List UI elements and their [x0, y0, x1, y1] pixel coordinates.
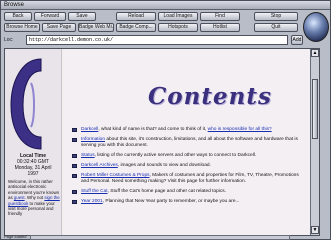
status-text: Page loaded — [4, 234, 27, 239]
welcome-text: Welcome, in this rather antisocial elect… — [8, 179, 60, 217]
bullet-icon — [72, 164, 77, 168]
badge-comp-button[interactable]: Badge Comp... — [116, 23, 156, 32]
window-title: Browse — [4, 2, 25, 8]
page-title: Contents — [148, 83, 272, 110]
bullet-icon — [72, 200, 77, 204]
contents-list: Darkcell, what kind of name is that? and… — [72, 127, 306, 209]
sidebar-frame: Local Time 00:32:40 GMT Monday, 31 April… — [5, 49, 62, 235]
scroll-up-icon[interactable]: ▲ — [311, 49, 319, 57]
stop-button[interactable]: Stop — [254, 12, 298, 21]
list-item: Year 2001, Planning that New Year party … — [72, 199, 306, 205]
item-text: , images and sounds to view and download… — [117, 163, 211, 168]
quit-button[interactable]: Quit — [254, 23, 298, 32]
welcome-mid: . Why not — [24, 195, 45, 201]
local-time-panel: Local Time 00:32:40 GMT Monday, 31 April… — [5, 153, 61, 177]
add-hotlist-button[interactable]: Add — [291, 35, 303, 45]
browser-window: Browse Back Forward Save Reload Load Ima… — [0, 0, 331, 240]
year-2001-link[interactable]: Year 2001 — [81, 199, 103, 204]
list-item: Darkcell Archives, images and sounds to … — [72, 163, 306, 169]
darkcell-link[interactable]: Darkcell — [81, 127, 98, 132]
costumes-link[interactable]: Robert Miller Costumes & Props — [81, 173, 150, 178]
information-link[interactable]: Information — [81, 137, 105, 142]
archives-link[interactable]: Darkcell Archives — [81, 163, 118, 168]
title-bar[interactable]: Browse — [1, 1, 330, 10]
reload-button[interactable]: Reload — [116, 12, 156, 21]
location-bar: Loc: http://darkcell.demon.co.uk/ Add — [4, 35, 303, 45]
list-item: Information about this site, it's constr… — [72, 137, 306, 149]
horizontal-scrollbar[interactable] — [30, 235, 290, 240]
url-input[interactable]: http://darkcell.demon.co.uk/ — [26, 35, 288, 45]
globe-logo-icon — [303, 12, 329, 42]
stuff-the-cat-link[interactable]: Stuff the Cat — [81, 189, 108, 194]
location-label: Loc: — [4, 37, 14, 43]
save-button[interactable]: Save — [68, 12, 96, 21]
page-content: Local Time 00:32:40 GMT Monday, 31 April… — [4, 48, 320, 236]
list-item: Status, listing of the currently active … — [72, 153, 306, 159]
back-button[interactable]: Back — [4, 12, 32, 21]
bullet-icon — [72, 174, 77, 178]
main-frame: Contents Darkcell, what kind of name is … — [64, 49, 310, 235]
item-text: , what kind of name is that? and come to… — [98, 127, 208, 132]
item-text: , Stuff the Cat's home page and other ca… — [107, 189, 227, 194]
list-item: Darkcell, what kind of name is that? and… — [72, 127, 306, 133]
item-text: about this site, it's construction, limi… — [81, 137, 298, 148]
vertical-scrollbar[interactable]: ▲ ▼ — [310, 49, 319, 235]
welcome-user-link[interactable]: guest — [14, 195, 25, 200]
status-link[interactable]: Status — [81, 153, 95, 158]
scroll-thumb[interactable] — [312, 79, 318, 139]
item-text: , listing of the currently active server… — [94, 153, 257, 158]
bullet-icon — [72, 190, 77, 194]
hotlist-button[interactable]: Hotlist — [200, 23, 240, 32]
save-page-button[interactable]: Save Page — [42, 23, 76, 32]
list-item: Stuff the Cat, Stuff the Cat's home page… — [72, 189, 306, 195]
list-item: Robert Miller Costumes & Props, Makers o… — [72, 173, 306, 185]
forward-button[interactable]: Forward — [34, 12, 66, 21]
browse-home-button[interactable]: Browse Home — [4, 23, 40, 32]
hotspots-button[interactable]: Hotspots — [158, 23, 198, 32]
bullet-icon — [72, 138, 77, 142]
scroll-down-icon[interactable]: ▼ — [311, 226, 319, 234]
item-text: , Planning that New Year party to rememb… — [102, 199, 240, 204]
status-bar: Page loaded — [4, 234, 320, 240]
decorative-letter-graphic — [10, 58, 42, 150]
load-images-button[interactable]: Load Images — [158, 12, 198, 21]
local-year-value: 1997 — [27, 171, 39, 177]
bullet-icon — [72, 128, 77, 132]
find-button[interactable]: Find — [200, 12, 240, 21]
bullet-icon — [72, 154, 77, 158]
responsible-link[interactable]: who is responsible for all this? — [208, 127, 272, 132]
badge-web-button[interactable]: Badge Web Mi... — [78, 23, 114, 32]
